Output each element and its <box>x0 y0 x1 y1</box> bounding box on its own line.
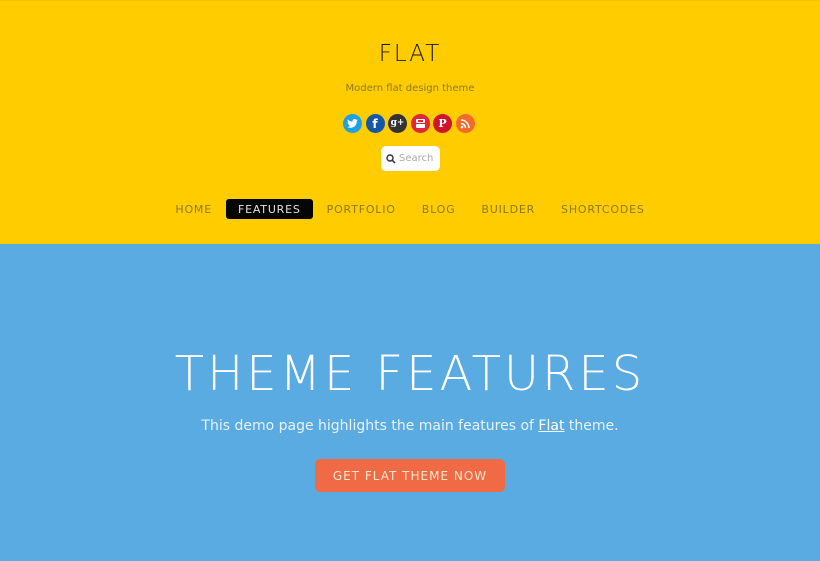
hero-subtitle: This demo page highlights the main featu… <box>0 418 820 434</box>
search-input[interactable] <box>399 153 439 164</box>
rss-icon[interactable] <box>455 114 475 133</box>
nav-item-portfolio[interactable]: PORTFOLIO <box>315 199 408 219</box>
get-theme-button[interactable]: GET FLAT THEME NOW <box>315 459 505 492</box>
facebook-icon[interactable]: f <box>365 114 385 133</box>
google-plus-icon[interactable]: g+ <box>388 114 407 133</box>
nav-item-blog[interactable]: BLOG <box>410 199 468 219</box>
hero-subtitle-text: This demo page highlights the main featu… <box>201 418 539 434</box>
social-links: f g+ P <box>343 114 475 133</box>
search-icon <box>386 153 396 164</box>
pinterest-icon[interactable]: P <box>433 114 452 133</box>
site-tagline: Modern flat design theme <box>345 83 475 94</box>
main-nav: HOME FEATURES PORTFOLIO BLOG BUILDER SHO… <box>0 199 820 219</box>
nav-item-shortcodes[interactable]: SHORTCODES <box>549 199 657 219</box>
nav-item-home[interactable]: HOME <box>163 199 224 219</box>
twitter-icon[interactable] <box>343 114 362 133</box>
youtube-icon[interactable] <box>410 114 430 133</box>
site-header: FLAT Modern flat design theme f g+ P HOM… <box>0 0 820 244</box>
search-box[interactable] <box>381 146 440 171</box>
hero-title: THEME FEATURES <box>174 346 646 402</box>
nav-item-features[interactable]: FEATURES <box>225 199 313 219</box>
nav-item-builder[interactable]: BUILDER <box>469 199 547 219</box>
hero-subtitle-end: theme. <box>564 418 619 434</box>
site-title[interactable]: FLAT <box>0 41 820 67</box>
flat-theme-link[interactable]: Flat <box>538 418 564 434</box>
